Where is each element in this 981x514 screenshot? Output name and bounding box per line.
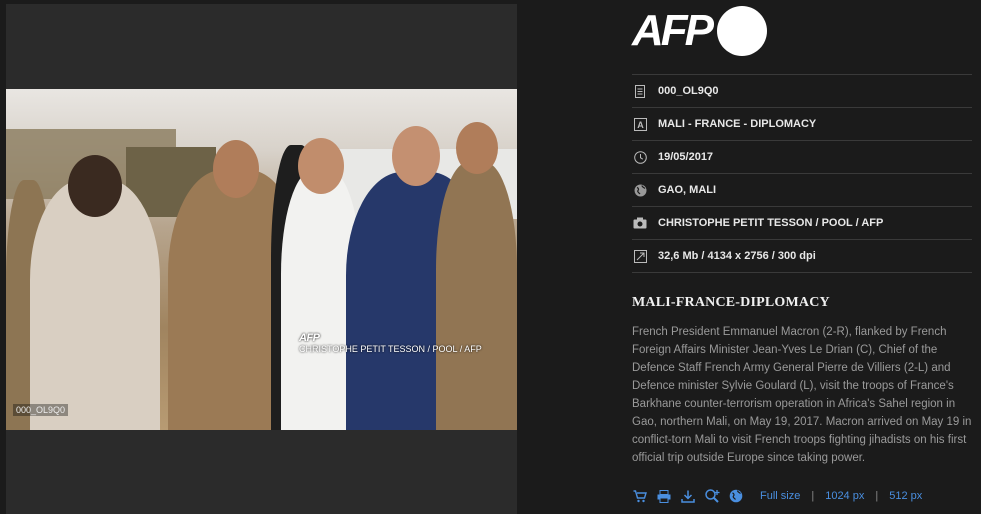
size-separator: | [875,490,879,502]
camera-icon [633,216,647,230]
photo-soldier-beret [436,122,517,430]
size-separator: | [811,490,815,502]
meta-credit-value: CHRISTOPHE PETIT TESSON / POOL / AFP [658,217,884,229]
meta-location-value: GAO, MALI [658,184,717,196]
clock-icon [633,150,647,164]
afp-logo-circle [717,6,767,56]
print-icon[interactable] [656,488,672,504]
photo-woman-jacket [30,155,160,430]
watermark-logo: AFP [299,332,320,344]
news-photo[interactable]: AFP CHRISTOPHE PETIT TESSON / POOL / AFP… [6,89,517,430]
download-icon[interactable] [680,488,696,504]
photo-title: MALI-FRANCE-DIPLOMACY [632,295,830,310]
resize-icon [633,249,647,263]
globe-icon [633,183,647,197]
photo-id-badge: 000_OL9Q0 [13,404,69,416]
zoom-in-icon[interactable] [704,488,720,504]
meta-slug-value: MALI - FRANCE - DIPLOMACY [658,118,817,130]
meta-row-date: 19/05/2017 [632,140,972,173]
photo-metadata: 000_OL9Q0 A MALI - FRANCE - DIPLOMACY 19… [632,74,972,273]
size-link-1024[interactable]: 1024 px [825,490,864,502]
cart-icon[interactable] [632,488,648,504]
afp-logo: AFP [632,6,767,56]
photo-caption: French President Emmanuel Macron (2-R), … [632,326,972,464]
action-bar: Full size | 1024 px | 512 px [632,488,922,504]
size-link-512[interactable]: 512 px [889,490,922,502]
watermark-credit: CHRISTOPHE PETIT TESSON / POOL / AFP [299,344,482,354]
meta-row-slug: A MALI - FRANCE - DIPLOMACY [632,107,972,140]
meta-row-credit: CHRISTOPHE PETIT TESSON / POOL / AFP [632,206,972,239]
afp-logo-text: AFP [632,6,714,55]
meta-date-value: 19/05/2017 [658,151,714,163]
size-link-full[interactable]: Full size [760,490,800,502]
document-icon [633,84,647,98]
svg-text:A: A [637,120,644,130]
text-icon: A [633,117,647,131]
meta-row-location: GAO, MALI [632,173,972,206]
photo-watermark: AFP CHRISTOPHE PETIT TESSON / POOL / AFP [299,332,482,354]
meta-id-value: 000_OL9Q0 [658,85,719,97]
meta-filesize-value: 32,6 Mb / 4134 x 2756 / 300 dpi [658,250,816,262]
meta-row-filesize: 32,6 Mb / 4134 x 2756 / 300 dpi [632,239,972,273]
meta-row-id: 000_OL9Q0 [632,74,972,107]
share-globe-icon[interactable] [728,488,744,504]
